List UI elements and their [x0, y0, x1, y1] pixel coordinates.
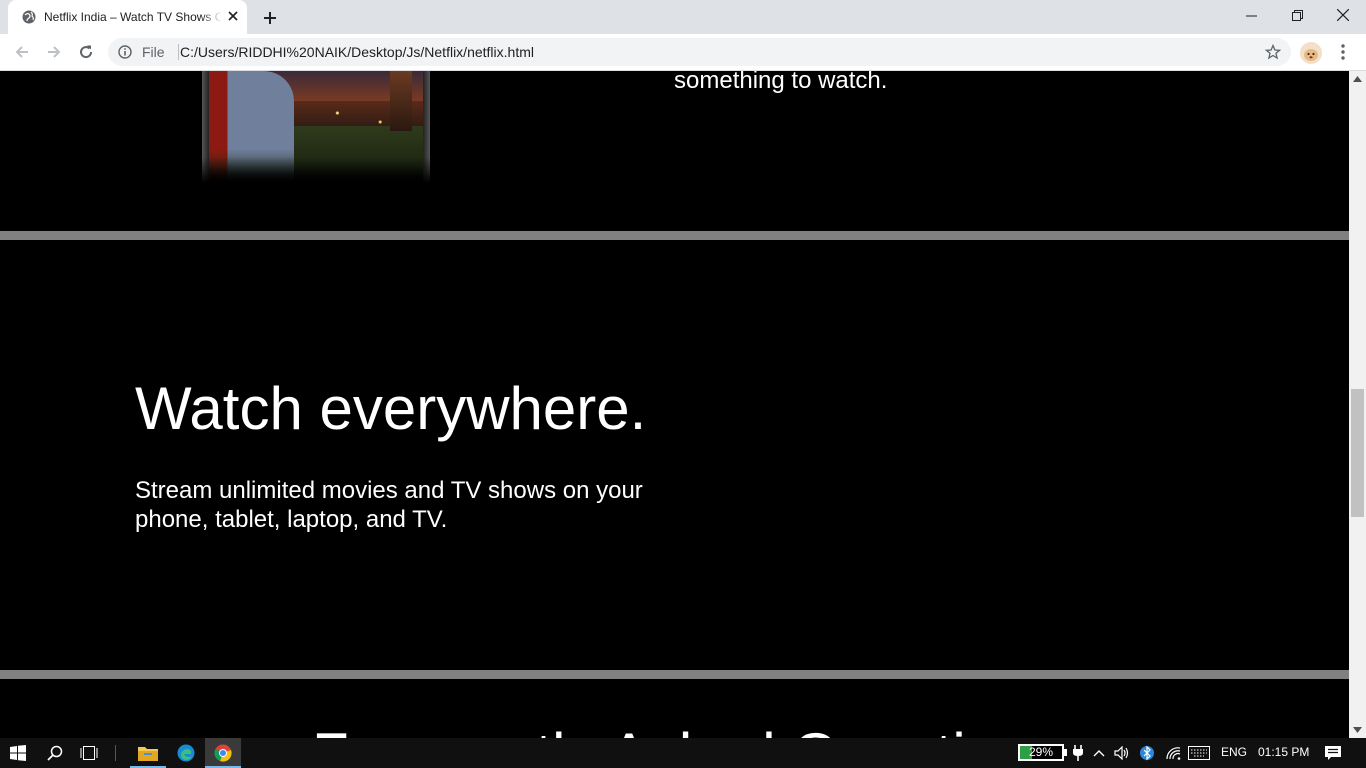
scheme-label: File — [142, 44, 165, 60]
wifi-button[interactable] — [1162, 738, 1184, 768]
faq-heading: Frequently Asked Questions — [312, 719, 1062, 738]
touch-keyboard-button[interactable] — [1186, 738, 1212, 768]
show-poster-image — [202, 71, 430, 183]
action-center-button[interactable] — [1320, 738, 1346, 768]
battery-terminal — [1064, 749, 1067, 756]
search-icon — [47, 745, 63, 761]
previous-section-text: something to watch. — [674, 71, 888, 94]
chevron-up-icon — [1093, 750, 1105, 757]
section-body-text: Stream unlimited movies and TV shows on … — [135, 477, 643, 533]
task-view-button[interactable] — [72, 738, 106, 768]
page-scrollbar[interactable] — [1349, 71, 1366, 738]
minimize-icon — [1245, 15, 1257, 16]
window-close-button[interactable] — [1320, 0, 1366, 30]
forward-arrow-icon — [48, 46, 61, 58]
restore-icon — [1291, 9, 1303, 21]
taskbar-edge[interactable] — [168, 738, 204, 768]
show-hidden-icons-button[interactable] — [1090, 738, 1108, 768]
plus-icon — [264, 12, 276, 24]
taskbar-chrome[interactable] — [205, 738, 241, 768]
start-button[interactable] — [0, 738, 36, 768]
folder-icon — [138, 747, 158, 761]
tab-title: Netflix India – Watch TV Shows Online, W… — [44, 10, 222, 24]
windows-logo-icon — [10, 745, 26, 761]
browser-tab-active[interactable]: Netflix India – Watch TV Shows Online, W… — [8, 0, 247, 34]
input-language[interactable]: ENG — [1221, 745, 1247, 759]
section-divider — [0, 231, 1349, 240]
taskbar-separator — [112, 738, 118, 768]
scroll-down-arrow-icon[interactable] — [1353, 727, 1362, 733]
chrome-browser-icon — [214, 744, 232, 762]
volume-button[interactable] — [1112, 738, 1132, 768]
close-icon — [1337, 9, 1349, 21]
taskbar-file-explorer[interactable] — [130, 738, 166, 768]
scrollbar-thumb[interactable] — [1351, 389, 1364, 517]
notification-icon — [1325, 745, 1341, 760]
task-view-icon — [80, 746, 98, 760]
search-button[interactable] — [38, 738, 72, 768]
url-text[interactable]: C:/Users/RIDDHI%20NAIK/Desktop/Js/Netfli… — [180, 44, 534, 60]
section-heading: Watch everywhere. — [135, 375, 647, 442]
address-bar[interactable]: File C:/Users/RIDDHI%20NAIK/Desktop/Js/N… — [108, 38, 1291, 66]
new-tab-button[interactable] — [256, 4, 284, 32]
keyboard-icon — [1188, 746, 1210, 760]
wifi-icon — [1166, 747, 1181, 760]
windows-taskbar: 29% ENG 01:15 PM — [0, 738, 1366, 768]
power-plug-button[interactable] — [1070, 738, 1086, 768]
section-divider — [0, 670, 1349, 679]
profile-avatar[interactable] — [1300, 42, 1322, 64]
browser-titlebar: Netflix India – Watch TV Shows Online, W… — [0, 0, 1366, 34]
power-plug-icon — [1073, 745, 1083, 761]
bluetooth-button[interactable] — [1138, 738, 1156, 768]
back-arrow-icon — [15, 46, 28, 58]
address-separator — [178, 44, 179, 60]
star-icon[interactable] — [1265, 44, 1281, 60]
page-viewport: something to watch. Watch everywhere. St… — [0, 71, 1349, 738]
forward-button[interactable] — [40, 38, 68, 66]
globe-icon — [22, 10, 36, 24]
bluetooth-icon — [1140, 745, 1154, 761]
kebab-menu-icon[interactable] — [1336, 40, 1350, 64]
scroll-up-arrow-icon[interactable] — [1353, 76, 1362, 82]
reload-button[interactable] — [72, 38, 100, 66]
battery-indicator[interactable]: 29% — [1018, 744, 1064, 761]
minimize-button[interactable] — [1228, 0, 1274, 30]
restore-button[interactable] — [1274, 0, 1320, 30]
system-clock[interactable]: 01:15 PM — [1258, 745, 1309, 759]
close-icon[interactable] — [226, 9, 240, 23]
battery-percent: 29% — [1028, 745, 1054, 759]
edge-browser-icon — [177, 744, 195, 762]
reload-icon — [80, 45, 93, 59]
browser-toolbar: File C:/Users/RIDDHI%20NAIK/Desktop/Js/N… — [0, 34, 1366, 71]
avatar-face-icon — [1300, 42, 1322, 64]
info-icon[interactable] — [118, 45, 132, 59]
back-button[interactable] — [8, 38, 36, 66]
speaker-icon — [1114, 746, 1129, 760]
